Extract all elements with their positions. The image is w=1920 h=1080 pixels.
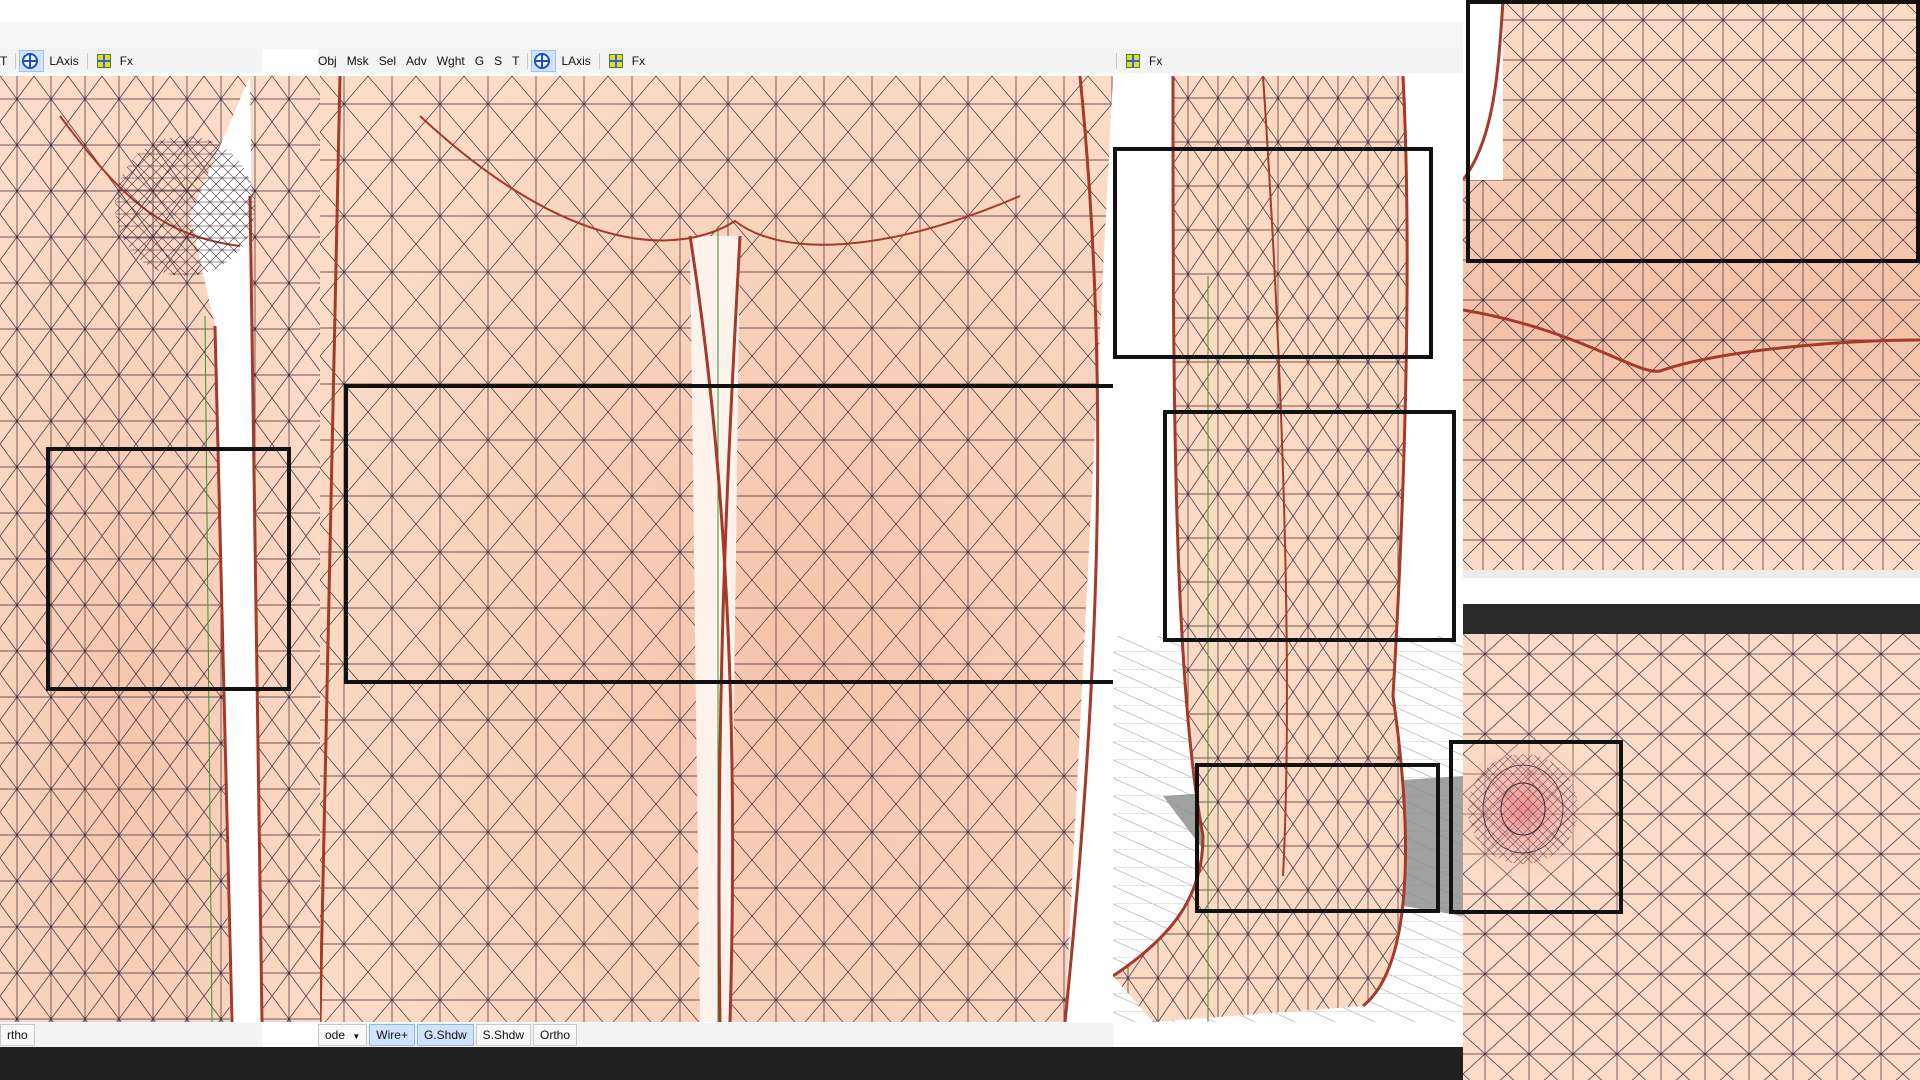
separator <box>598 53 600 69</box>
g-shdw-toggle[interactable]: G.Shdw <box>416 1024 474 1046</box>
fx-grid-icon[interactable] <box>1126 54 1140 68</box>
separator <box>1116 53 1117 69</box>
right-mesh-render <box>1113 76 1463 1022</box>
laxis-label[interactable]: LAxis <box>44 49 83 73</box>
tool-g-button[interactable]: G <box>470 49 489 73</box>
fx-button[interactable]: Fx <box>1144 49 1167 73</box>
fx-button[interactable]: Fx <box>627 49 650 73</box>
middle-viewport[interactable] <box>320 76 1113 1022</box>
tool-sel-button[interactable]: Sel <box>374 49 401 73</box>
separator <box>527 53 529 69</box>
separator <box>86 53 88 69</box>
middle-viewport-toolbar: Obj Msk Sel Adv Wght G S T LAxis Fx <box>318 49 1114 73</box>
mode-label: ode <box>325 1028 346 1042</box>
tool-msk-button[interactable]: Msk <box>342 49 374 73</box>
detail-top-viewport[interactable] <box>1463 0 1920 578</box>
laxis-label[interactable]: LAxis <box>556 49 595 73</box>
mode-dropdown[interactable]: ode ▼ <box>318 1024 368 1046</box>
tool-t-button[interactable]: T <box>0 49 12 73</box>
ortho-toggle[interactable]: Ortho <box>533 1024 578 1046</box>
ortho-button-left[interactable]: rtho <box>0 1024 35 1046</box>
tool-t-button[interactable]: T <box>507 49 524 73</box>
detail-top-mesh <box>1463 0 1920 578</box>
fx-grid-icon[interactable] <box>96 54 111 68</box>
status-bar <box>0 1047 1463 1080</box>
fx-button[interactable]: Fx <box>115 49 138 73</box>
right-viewport-toolbar: Fx <box>1113 49 1463 73</box>
tool-obj-button[interactable]: Obj <box>318 49 342 73</box>
middle-mesh-render <box>320 76 1113 1022</box>
tool-s-button[interactable]: S <box>489 49 507 73</box>
detail-bottom-viewport[interactable] <box>1463 634 1920 1080</box>
wire-plus-toggle[interactable]: Wire+ <box>369 1024 415 1046</box>
chevron-down-icon: ▼ <box>352 1032 361 1041</box>
left-bottom-bar: rtho <box>0 1023 262 1047</box>
left-mesh-render <box>0 76 320 1022</box>
left-viewport[interactable] <box>0 76 320 1022</box>
laxis-toggle[interactable] <box>531 50 557 72</box>
tool-wght-button[interactable]: Wght <box>432 49 470 73</box>
s-shdw-toggle[interactable]: S.Shdw <box>475 1024 532 1046</box>
top-white-band <box>0 0 1463 22</box>
left-viewport-toolbar: T LAxis Fx <box>0 49 262 73</box>
tool-adv-button[interactable]: Adv <box>401 49 432 73</box>
top-gray-band <box>0 22 1463 49</box>
detail-bottom-mesh <box>1463 634 1920 1080</box>
laxis-toggle[interactable] <box>19 50 45 72</box>
middle-bottom-bar: ode ▼ Wire+ G.Shdw S.Shdw Ortho <box>318 1023 1114 1047</box>
separator <box>15 53 17 69</box>
axis-crosshair-icon <box>22 53 39 69</box>
fx-grid-icon[interactable] <box>608 54 623 68</box>
axis-crosshair-icon <box>534 53 551 69</box>
detail-divider-bar <box>1463 604 1920 634</box>
right-viewport[interactable] <box>1113 76 1463 1022</box>
